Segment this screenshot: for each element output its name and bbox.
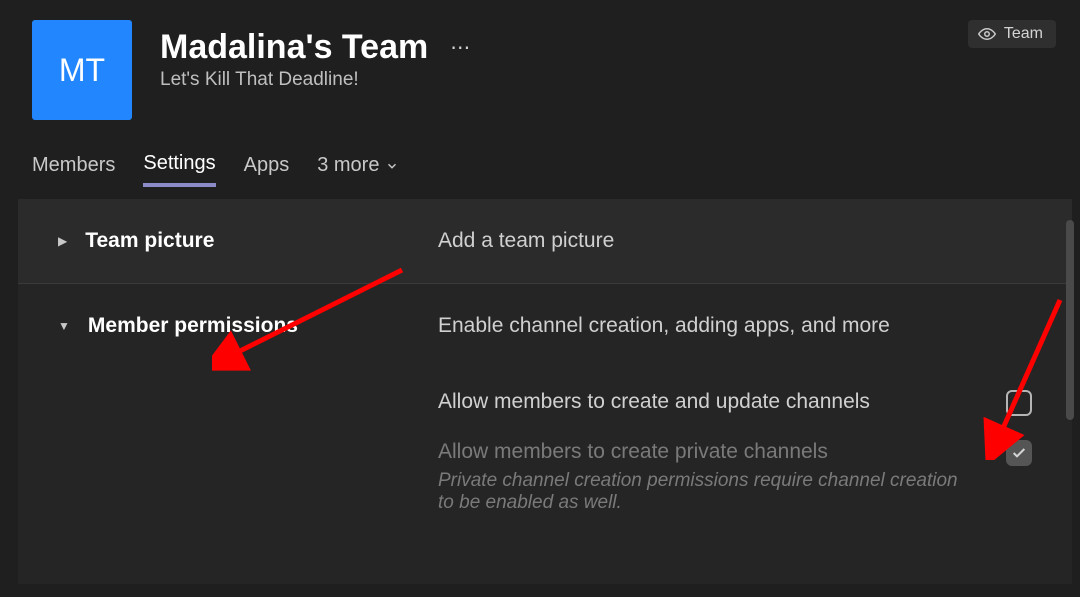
perm-hint-private-channels: Private channel creation permissions req… xyxy=(438,470,958,514)
tab-more-label: 3 more xyxy=(317,154,379,177)
tab-members[interactable]: Members xyxy=(32,154,115,185)
settings-list: ▶ Team picture Add a team picture ▼ Memb… xyxy=(18,199,1072,584)
scrollbar-thumb[interactable] xyxy=(1066,220,1074,420)
team-subtitle: Let's Kill That Deadline! xyxy=(160,69,1052,91)
scrollbar[interactable] xyxy=(1066,220,1074,580)
member-permissions-title: Member permissions xyxy=(88,314,298,338)
tab-more[interactable]: 3 more xyxy=(317,154,399,185)
eye-icon xyxy=(978,25,996,43)
team-pill-label: Team xyxy=(1004,25,1043,43)
team-title: Madalina's Team xyxy=(160,28,428,67)
perm-label-create-channels: Allow members to create and update chann… xyxy=(438,390,870,414)
caret-down-icon: ▼ xyxy=(58,319,70,333)
tab-settings[interactable]: Settings xyxy=(143,152,215,187)
team-visibility-pill[interactable]: Team xyxy=(968,20,1056,48)
settings-row-team-picture[interactable]: ▶ Team picture Add a team picture xyxy=(18,199,1072,284)
perm-label-private-channels: Allow members to create private channels xyxy=(438,440,958,464)
checkbox-create-channels[interactable] xyxy=(1006,390,1032,416)
team-picture-title: Team picture xyxy=(85,229,214,253)
team-picture-desc: Add a team picture xyxy=(438,229,1052,253)
chevron-down-icon xyxy=(385,159,399,173)
perm-item-create-channels: Allow members to create and update chann… xyxy=(438,390,1052,416)
tab-apps[interactable]: Apps xyxy=(244,154,290,185)
perm-item-private-channels: Allow members to create private channels… xyxy=(438,440,1052,514)
settings-row-member-permissions: ▼ Member permissions Enable channel crea… xyxy=(18,284,1072,584)
caret-right-icon: ▶ xyxy=(58,234,67,248)
team-avatar: MT xyxy=(32,20,132,120)
member-permissions-desc: Enable channel creation, adding apps, an… xyxy=(438,314,1052,338)
checkbox-private-channels[interactable] xyxy=(1006,440,1032,466)
more-options-button[interactable]: ⋯ xyxy=(446,31,476,64)
